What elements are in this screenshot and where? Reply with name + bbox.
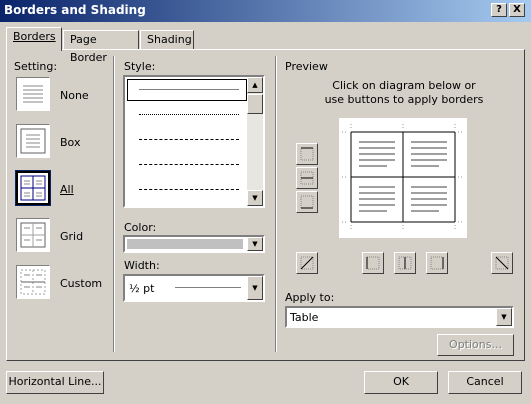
- setting-all-icon[interactable]: [15, 170, 51, 206]
- separator: [275, 56, 276, 352]
- top-border-button[interactable]: [296, 143, 318, 165]
- setting-none-label[interactable]: None: [60, 89, 89, 102]
- right-border-button[interactable]: [426, 252, 448, 274]
- separator: [113, 56, 114, 352]
- scroll-up-button[interactable]: ▲: [247, 77, 263, 93]
- setting-grid-label[interactable]: Grid: [60, 230, 83, 243]
- setting-custom-icon[interactable]: [16, 265, 50, 299]
- scroll-thumb[interactable]: [247, 94, 263, 114]
- tab-page-border[interactable]: Page Border: [63, 30, 139, 64]
- bottom-border-button[interactable]: [296, 191, 318, 213]
- width-label: Width:: [124, 259, 160, 272]
- style-item-solid[interactable]: [139, 89, 239, 90]
- preview-label: Preview: [285, 60, 328, 73]
- left-border-icon: [366, 256, 380, 270]
- window-title: Borders and Shading: [4, 3, 146, 17]
- top-border-icon: [300, 147, 314, 161]
- title-bar[interactable]: Borders and Shading ? X: [0, 0, 531, 22]
- tab-shading-label: Shading: [147, 33, 192, 46]
- cancel-button[interactable]: Cancel: [448, 371, 522, 394]
- left-border-button[interactable]: [362, 252, 384, 274]
- tab-borders[interactable]: Borders: [6, 27, 62, 51]
- apply-to-dropdown-arrow[interactable]: ▼: [496, 308, 512, 326]
- tab-borders-label: Borders: [13, 30, 56, 43]
- bottom-border-icon: [300, 195, 314, 209]
- style-item-dash-dot[interactable]: [139, 189, 239, 190]
- inside-vertical-border-button[interactable]: [394, 252, 416, 274]
- preview-diagram[interactable]: [339, 118, 467, 238]
- setting-label: Setting:: [14, 60, 58, 73]
- horizontal-line-button[interactable]: Horizontal Line...: [6, 371, 104, 394]
- width-value: ½ pt: [129, 282, 155, 295]
- style-item-dashed-large[interactable]: [139, 164, 239, 165]
- setting-box-label[interactable]: Box: [60, 136, 80, 149]
- style-item-dashed-small[interactable]: [139, 139, 239, 140]
- inside-vertical-border-icon: [398, 256, 412, 270]
- inside-horizontal-border-button[interactable]: [296, 167, 318, 189]
- setting-all-label[interactable]: All: [60, 183, 74, 196]
- style-list[interactable]: ▲ ▼: [123, 75, 265, 208]
- color-dropdown[interactable]: ▼: [123, 235, 265, 253]
- options-button[interactable]: Options...: [437, 334, 514, 356]
- inside-horizontal-border-icon: [300, 171, 314, 185]
- color-swatch: [127, 239, 243, 249]
- close-button[interactable]: X: [509, 3, 525, 17]
- help-button[interactable]: ?: [491, 3, 507, 17]
- tab-shading[interactable]: Shading: [140, 30, 194, 50]
- setting-all-text: All: [60, 183, 74, 196]
- width-dropdown-arrow[interactable]: ▼: [247, 276, 263, 300]
- style-item-dotted[interactable]: [139, 114, 239, 115]
- style-scrollbar[interactable]: ▲ ▼: [247, 77, 263, 206]
- apply-to-label: Apply to:: [285, 291, 335, 304]
- color-dropdown-arrow[interactable]: ▼: [247, 237, 263, 251]
- style-item-selected[interactable]: [127, 79, 247, 101]
- preview-instructions: Click on diagram below or use buttons to…: [324, 79, 484, 106]
- setting-box-icon[interactable]: [16, 124, 50, 158]
- setting-none-icon[interactable]: [16, 77, 50, 111]
- setting-custom-label[interactable]: Custom: [60, 277, 102, 290]
- horizontal-line-label: Horizontal Line...: [8, 375, 102, 388]
- setting-grid-icon[interactable]: [16, 218, 50, 252]
- apply-to-dropdown[interactable]: Table ▼: [285, 306, 514, 328]
- right-border-icon: [430, 256, 444, 270]
- apply-to-value: Table: [290, 311, 319, 324]
- color-label: Color:: [124, 221, 157, 234]
- diagonal-down-icon: [495, 256, 509, 270]
- ok-button[interactable]: OK: [364, 371, 438, 394]
- scroll-down-button[interactable]: ▼: [247, 190, 263, 206]
- diagonal-up-icon: [300, 256, 314, 270]
- width-line-sample: [175, 287, 241, 288]
- style-label: Style:: [124, 60, 156, 73]
- width-dropdown[interactable]: ½ pt ▼: [123, 274, 265, 302]
- diagonal-down-border-button[interactable]: [296, 252, 318, 274]
- diagonal-up-border-button[interactable]: [491, 252, 513, 274]
